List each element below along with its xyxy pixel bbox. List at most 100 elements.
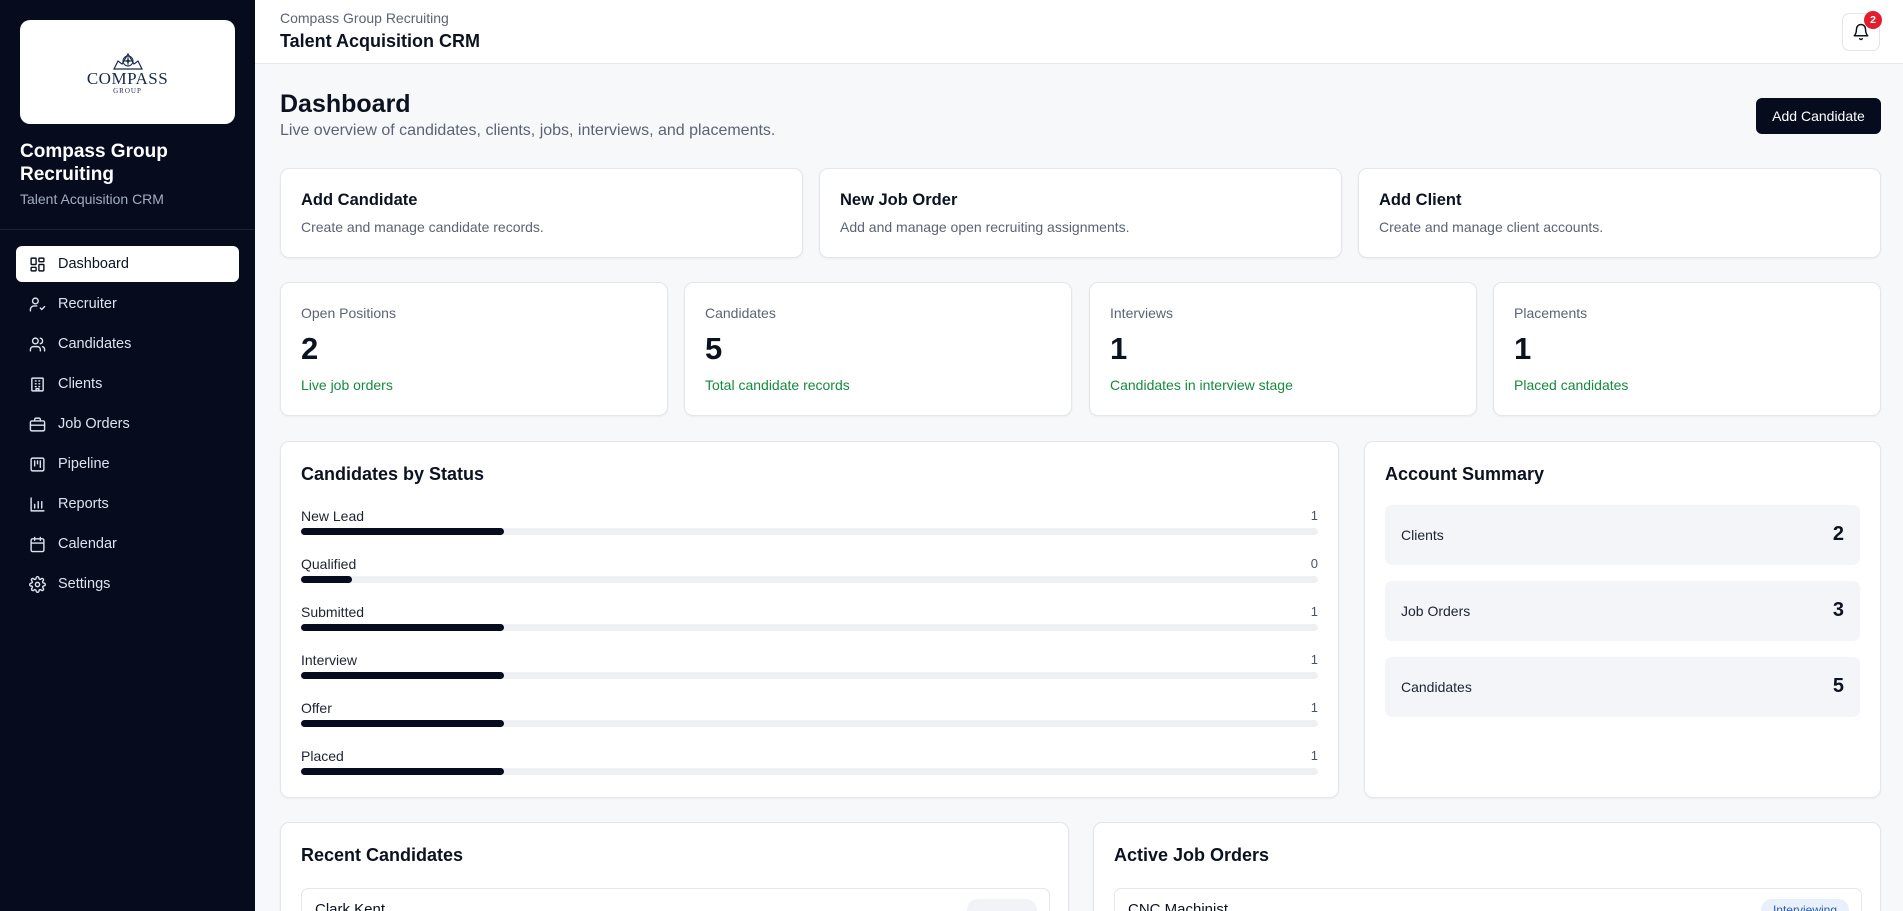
- quick-action-add-candidate[interactable]: Add Candidate Create and manage candidat…: [280, 168, 803, 258]
- status-label: Placed: [301, 748, 344, 764]
- status-bar-fill: [301, 768, 505, 775]
- status-bar-track: [301, 672, 1318, 679]
- status-label: New Lead: [301, 508, 365, 524]
- summary-value: 5: [1832, 675, 1844, 697]
- quick-action-new-job-order[interactable]: New Job Order Add and manage open recrui…: [819, 168, 1342, 258]
- status-row-qualified: Qualified 0: [301, 556, 1318, 588]
- status-bar-track: [301, 624, 1318, 631]
- summary-row-candidates[interactable]: Candidates 5: [1385, 657, 1860, 717]
- sidebar-item-label: Job Orders: [58, 416, 130, 432]
- status-row-submitted: Submitted 1: [301, 604, 1318, 636]
- status-count: 1: [1310, 604, 1318, 619]
- status-row-offer: Offer 1: [301, 700, 1318, 732]
- logo-subtext: GROUP: [113, 87, 142, 95]
- status-label: Submitted: [301, 604, 365, 620]
- recent-candidates-panel: Recent Candidates Clark Kent: [280, 822, 1069, 911]
- status-count: 1: [1310, 508, 1318, 523]
- sidebar-item-label: Clients: [58, 376, 103, 392]
- quick-action-title: Add Client: [1379, 191, 1462, 209]
- status-count: 1: [1310, 652, 1318, 667]
- quick-action-desc: Create and manage candidate records.: [301, 219, 544, 235]
- stat-value: 1: [1514, 331, 1532, 366]
- company-logo[interactable]: COMPASS GROUP: [20, 20, 235, 124]
- status-bar-fill: [301, 528, 505, 535]
- kanban-icon: [30, 456, 45, 472]
- top-bar: Compass Group Recruiting Talent Acquisit…: [255, 0, 1903, 64]
- summary-row-job-orders[interactable]: Job Orders 3: [1385, 581, 1860, 641]
- sidebar-item-calendar[interactable]: Calendar: [16, 526, 239, 562]
- sidebar-item-settings[interactable]: Settings: [16, 566, 239, 602]
- status-bar-track: [301, 768, 1318, 775]
- app-title: Talent Acquisition CRM: [280, 31, 480, 51]
- stat-label: Interviews: [1110, 305, 1174, 321]
- sidebar-item-label: Pipeline: [58, 456, 110, 472]
- active-job-orders-panel: Active Job Orders CNC Machinist Intervie…: [1093, 822, 1881, 911]
- status-bar-fill: [301, 720, 505, 727]
- sidebar-item-job-orders[interactable]: Job Orders: [16, 406, 239, 442]
- compass-logo-icon: [112, 52, 143, 70]
- sidebar-item-pipeline[interactable]: Pipeline: [16, 446, 239, 482]
- panel-title: Active Job Orders: [1114, 845, 1270, 865]
- sidebar-divider: [0, 229, 255, 230]
- status-label: Qualified: [301, 556, 357, 572]
- calendar-icon: [30, 536, 45, 552]
- status-row-placed: Placed 1: [301, 748, 1318, 780]
- candidates-by-status-panel: Candidates by Status New Lead 1 Qualifie…: [280, 441, 1339, 798]
- summary-label: Clients: [1401, 527, 1444, 543]
- logo-wordmark: COMPASS: [86, 69, 169, 88]
- summary-value: 3: [1832, 599, 1844, 621]
- panel-title: Candidates by Status: [301, 464, 485, 484]
- sidebar: COMPASS GROUP Compass Group Recruiting T…: [0, 0, 255, 911]
- stat-card-open-positions: Open Positions 2 Live job orders: [280, 282, 668, 416]
- bar-chart-icon: [30, 496, 45, 512]
- account-summary-panel: Account Summary Clients 2 Job Orders 3 C…: [1364, 441, 1881, 798]
- dashboard-icon: [30, 256, 45, 272]
- candidate-status-pill: [967, 899, 1037, 911]
- users-icon: [29, 336, 46, 352]
- sidebar-item-label: Candidates: [58, 336, 132, 352]
- list-item[interactable]: Clark Kent: [301, 888, 1050, 911]
- status-bar-fill: [301, 624, 505, 631]
- status-row-interview: Interview 1: [301, 652, 1318, 684]
- panel-title: Account Summary: [1385, 464, 1545, 484]
- stat-note: Total candidate records: [705, 377, 850, 393]
- add-candidate-button[interactable]: Add Candidate: [1756, 98, 1881, 134]
- status-label: Offer: [301, 700, 332, 716]
- building-icon: [31, 376, 44, 392]
- sidebar-item-label: Recruiter: [58, 296, 117, 312]
- stat-label: Candidates: [705, 305, 776, 321]
- page-title: Dashboard: [280, 90, 411, 118]
- sidebar-item-dashboard[interactable]: Dashboard: [16, 246, 239, 282]
- status-bar-track: [301, 528, 1318, 535]
- sidebar-item-label: Dashboard: [58, 256, 129, 272]
- brand-name: Compass Group Recruiting: [20, 141, 168, 185]
- user-check-icon: [29, 296, 46, 312]
- summary-label: Job Orders: [1401, 603, 1471, 619]
- quick-action-add-client[interactable]: Add Client Create and manage client acco…: [1358, 168, 1881, 258]
- stat-label: Open Positions: [301, 305, 396, 321]
- summary-label: Candidates: [1401, 679, 1472, 695]
- page-subtitle: Live overview of candidates, clients, jo…: [280, 122, 776, 139]
- sidebar-item-clients[interactable]: Clients: [16, 366, 239, 402]
- stat-note: Live job orders: [301, 377, 393, 393]
- notification-badge: 2: [1864, 11, 1882, 29]
- stat-card-placements: Placements 1 Placed candidates: [1493, 282, 1881, 416]
- status-count: 1: [1310, 700, 1318, 715]
- status-bar-fill: [301, 576, 352, 583]
- quick-action-desc: Add and manage open recruiting assignmen…: [840, 219, 1130, 235]
- summary-row-clients[interactable]: Clients 2: [1385, 505, 1860, 565]
- status-bar-track: [301, 576, 1318, 583]
- quick-action-title: Add Candidate: [301, 191, 418, 209]
- stat-note: Candidates in interview stage: [1110, 377, 1293, 393]
- org-name: Compass Group Recruiting: [280, 10, 449, 26]
- sidebar-item-recruiter[interactable]: Recruiter: [16, 286, 239, 322]
- list-item[interactable]: CNC Machinist Interviewing: [1114, 888, 1862, 911]
- sidebar-item-reports[interactable]: Reports: [16, 486, 239, 522]
- panel-title: Recent Candidates: [301, 845, 464, 865]
- status-bar-fill: [301, 672, 505, 679]
- status-bar-track: [301, 720, 1318, 727]
- sidebar-item-label: Settings: [58, 576, 111, 592]
- sidebar-item-candidates[interactable]: Candidates: [16, 326, 239, 362]
- status-label: Interview: [301, 652, 358, 668]
- summary-value: 2: [1832, 523, 1844, 545]
